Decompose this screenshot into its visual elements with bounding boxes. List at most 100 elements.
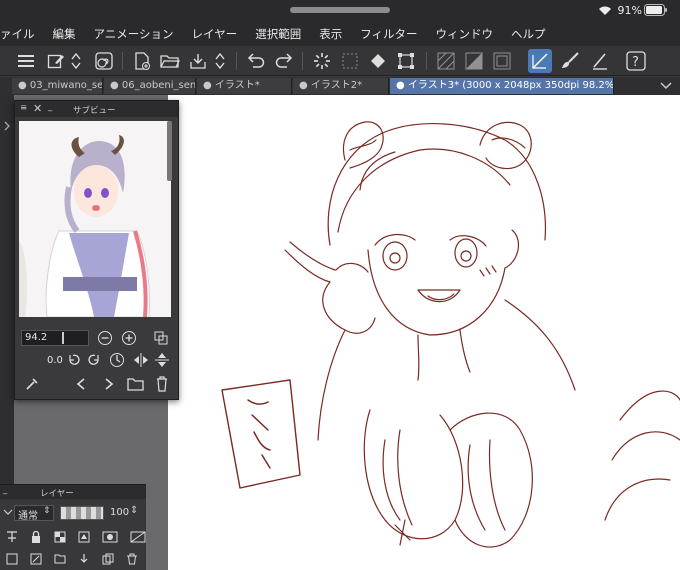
minimize-icon[interactable]: _ [3, 485, 7, 495]
loading-icon[interactable] [310, 49, 334, 73]
sketch-artwork [221, 121, 680, 548]
svg-text:?: ? [632, 55, 639, 70]
rotate-right-icon[interactable] [87, 353, 101, 367]
stepper-icon[interactable] [68, 49, 84, 73]
zoom-in-icon[interactable] [121, 330, 137, 346]
hamburger-menu-icon[interactable] [14, 49, 38, 73]
menu-window[interactable]: ウィンドウ [426, 26, 502, 42]
mask-off-icon[interactable] [130, 531, 146, 543]
layer-panel-title: レイヤー [40, 489, 74, 499]
trash-icon[interactable] [126, 553, 138, 565]
open-folder-icon[interactable] [127, 377, 145, 391]
spiral-icon[interactable] [92, 49, 116, 73]
lock-transparent-icon[interactable] [54, 531, 66, 543]
new-folder-icon[interactable] [54, 553, 66, 565]
trash-icon[interactable] [155, 376, 169, 392]
panel-menu-icon[interactable]: ≡ [20, 103, 27, 113]
new-file-icon[interactable] [130, 49, 154, 73]
opacity-slider[interactable] [60, 506, 104, 520]
blend-mode-select[interactable]: 通常 ⇕ [14, 505, 54, 522]
tab-03-miwano[interactable]: ● 03_miwano_se [12, 78, 103, 94]
scrollbar[interactable] [167, 121, 172, 181]
menu-help[interactable]: ヘルプ [502, 26, 555, 42]
zoom-slider-handle[interactable] [62, 332, 64, 344]
previous-image-icon[interactable] [75, 377, 87, 391]
menu-selection[interactable]: 選択範囲 [246, 26, 310, 42]
tab-illust3[interactable]: ● イラスト3* (3000 x 2048px 350dpi 98.2%) [390, 78, 614, 94]
next-image-icon[interactable] [103, 377, 115, 391]
help-icon[interactable]: ? [624, 49, 648, 73]
chevron-down-icon[interactable] [3, 507, 13, 517]
close-icon[interactable]: ✕ [33, 102, 42, 115]
eyedropper-icon[interactable] [25, 377, 39, 391]
zoom-input[interactable]: 94.2 [21, 330, 89, 346]
menu-file[interactable]: ァイル [0, 26, 44, 42]
menu-edit[interactable]: 編集 [44, 26, 85, 42]
tab-label: イラスト2* [310, 80, 363, 91]
fill-bucket-icon[interactable] [366, 49, 390, 73]
tab-label: イラスト3* (3000 x 2048px 350dpi 98.2%) [407, 80, 614, 91]
mask-icon[interactable] [102, 531, 118, 543]
zoom-out-icon[interactable] [97, 330, 113, 346]
clip-icon[interactable] [6, 531, 18, 543]
multitask-grabber[interactable] [290, 7, 390, 13]
rotate-left-icon[interactable] [67, 353, 81, 367]
opacity-value: 100 [110, 507, 130, 518]
battery-percentage: 91% [617, 4, 642, 17]
tab-illust[interactable]: ● イラスト* [197, 78, 292, 94]
layer-tools-row [6, 531, 146, 543]
menu-bar: ァイル 編集 アニメーション レイヤー 選択範囲 表示 フィルター ウィンドウ … [0, 22, 680, 46]
brush-tool-icon[interactable] [558, 49, 582, 73]
chevron-down-icon[interactable] [660, 81, 672, 91]
tab-label: 06_aobeni_sen [121, 80, 196, 91]
hatch-icon[interactable] [434, 49, 458, 73]
stepper-icon: ⇕ [43, 506, 51, 516]
redo-icon[interactable] [272, 49, 296, 73]
menu-filter[interactable]: フィルター [351, 26, 426, 42]
select-all-icon[interactable] [338, 49, 362, 73]
tab-illust2[interactable]: ● イラスト2* [293, 78, 389, 94]
ink-pen-icon[interactable] [588, 49, 612, 73]
open-folder-icon[interactable] [158, 49, 182, 73]
command-bar: ? [0, 46, 680, 76]
frame-icon[interactable] [490, 49, 514, 73]
chevron-right-icon[interactable] [2, 121, 12, 131]
stepper-icon[interactable] [212, 49, 228, 73]
reference-layer-icon[interactable] [78, 531, 90, 543]
new-raster-layer-icon[interactable] [6, 553, 18, 565]
document-tabs: ● 03_miwano_se ● 06_aobeni_sen ● イラスト* ●… [0, 77, 680, 95]
reset-rotation-icon[interactable] [109, 352, 125, 368]
tab-06-aobeni[interactable]: ● 06_aobeni_sen [104, 78, 196, 94]
copy-layer-icon[interactable] [102, 553, 114, 565]
merge-down-icon[interactable] [78, 553, 90, 565]
wifi-icon [599, 6, 611, 15]
fit-view-icon[interactable] [153, 330, 169, 346]
lock-icon[interactable] [30, 531, 42, 543]
battery-icon [644, 4, 667, 16]
transform-icon[interactable] [394, 49, 418, 73]
flip-horizontal-icon[interactable] [133, 353, 149, 367]
tab-label: 03_miwano_se [29, 80, 103, 91]
layer-actions-row [6, 553, 138, 565]
new-vector-layer-icon[interactable] [30, 553, 42, 565]
reference-image [19, 121, 171, 317]
menu-view[interactable]: 表示 [310, 26, 351, 42]
undo-icon[interactable] [244, 49, 268, 73]
layer-panel-header: _ レイヤー [0, 485, 146, 499]
flip-vertical-icon[interactable] [155, 352, 169, 368]
layer-panel: _ レイヤー 通常 ⇕ 100 ⇕ [0, 484, 146, 570]
stepper-icon[interactable]: ⇕ [130, 505, 138, 516]
drawing-canvas[interactable] [168, 95, 680, 570]
sub-view-header: ≡ ✕ _ サブビュー [15, 101, 178, 117]
minimize-icon[interactable]: _ [48, 102, 52, 112]
menu-layer[interactable]: レイヤー [183, 26, 247, 42]
menu-animation[interactable]: アニメーション [85, 26, 183, 42]
save-icon[interactable] [186, 49, 210, 73]
gradient-icon[interactable] [462, 49, 486, 73]
edit-icon[interactable] [44, 49, 68, 73]
status-bar: 91% [0, 0, 680, 22]
sub-view-panel: ≡ ✕ _ サブビュー 94.2 0.0 [14, 100, 179, 400]
pen-tool-icon[interactable] [528, 49, 552, 73]
sub-view-title: サブビュー [73, 106, 116, 116]
tab-label: イラスト* [214, 80, 260, 91]
